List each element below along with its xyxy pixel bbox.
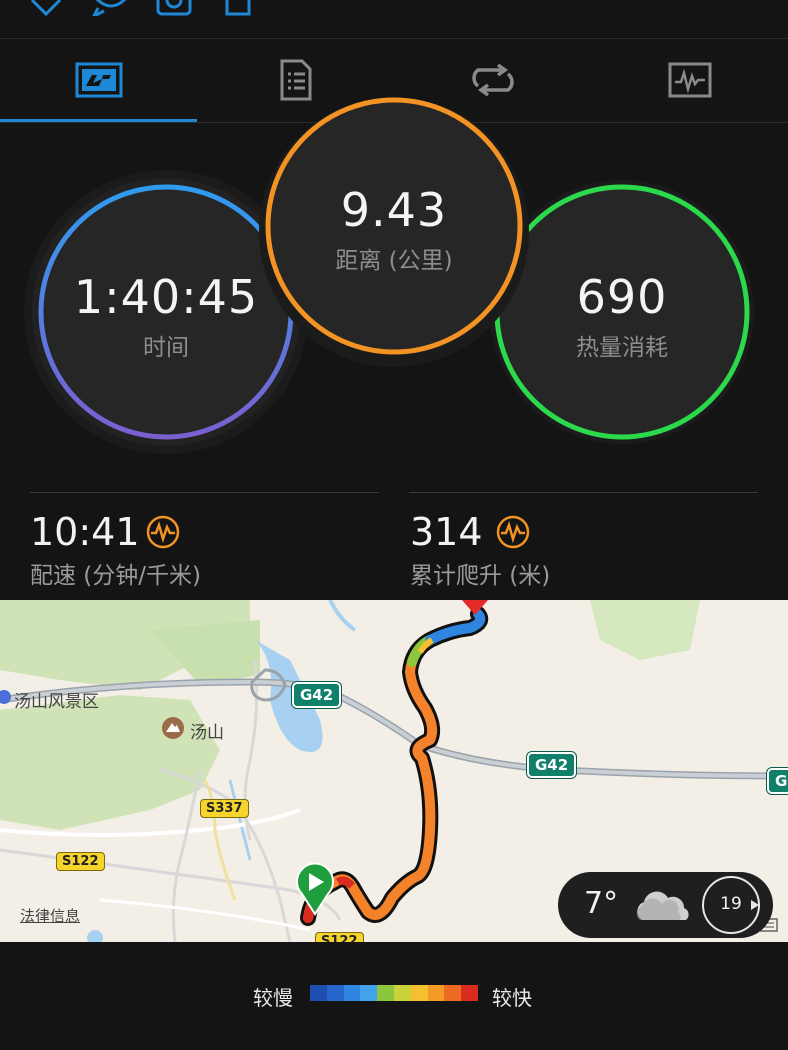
action-bar	[0, 0, 788, 39]
finish-marker-icon[interactable]	[460, 600, 490, 616]
place-scenic-area[interactable]: 汤山风景区	[14, 687, 99, 712]
scenic-pin-icon	[0, 690, 11, 704]
start-marker-icon[interactable]	[294, 860, 336, 916]
active-tab-indicator	[0, 119, 197, 122]
calories-value: 690	[576, 270, 668, 324]
legend-color-segment	[343, 985, 361, 1001]
tab-charts[interactable]	[591, 40, 788, 120]
legal-info-link[interactable]: 法律信息	[20, 905, 80, 926]
distance-value: 9.43	[340, 183, 448, 237]
legend-slow-label: 较慢	[253, 986, 293, 1010]
legend-color-segment	[326, 985, 344, 1001]
divider-left	[30, 492, 379, 493]
wind-speed: 19	[720, 894, 742, 914]
distance-ring: 9.43 距离 (公里)	[258, 96, 530, 368]
weather-temperature: 7°	[584, 886, 619, 921]
share-icon[interactable]	[224, 0, 252, 16]
legend-color-segment	[377, 985, 394, 1001]
divider-right	[409, 492, 758, 493]
legend-color-segment	[427, 985, 445, 1001]
road-shield-g42: G42	[292, 682, 342, 708]
legend-color-segment	[360, 985, 378, 1001]
road-shield-g42: G42	[527, 752, 577, 778]
repeat-icon	[471, 64, 514, 96]
tab-summary[interactable]	[0, 40, 197, 120]
road-shield-g42-partial: G	[767, 768, 788, 794]
mountain-icon	[162, 717, 184, 739]
legend-color-segment	[410, 985, 428, 1001]
time-value: 1:40:45	[73, 270, 259, 324]
legend-color-segment	[393, 985, 411, 1001]
climb-label: 累计爬升 (米)	[410, 563, 551, 589]
pace-insight-icon[interactable]	[146, 515, 180, 549]
time-label: 时间	[143, 335, 189, 361]
weather-widget[interactable]: 7° 19	[558, 872, 773, 938]
pace-value: 10:41	[30, 510, 140, 554]
legend-color-segment	[444, 985, 462, 1001]
calories-label: 热量消耗	[576, 335, 668, 361]
comment-icon[interactable]	[90, 0, 132, 16]
pace-label: 配速 (分钟/千米)	[30, 563, 202, 589]
climb-insight-icon[interactable]	[496, 515, 530, 549]
road-shield-s122: S122	[315, 932, 364, 942]
summary-icon	[75, 62, 122, 98]
place-mountain[interactable]: 汤山	[190, 718, 224, 743]
cloud-icon	[636, 891, 689, 920]
chart-icon	[668, 62, 711, 98]
legend-color-segment	[461, 985, 478, 1001]
legend-color-bar	[310, 985, 478, 1001]
like-icon[interactable]	[28, 0, 64, 16]
speed-legend: 较慢 较快	[0, 942, 788, 1050]
legend-fast-label: 较快	[492, 986, 532, 1010]
legend-color-segment	[310, 985, 327, 1001]
distance-label: 距离 (公里)	[335, 248, 453, 274]
road-shield-s337: S337	[200, 799, 249, 818]
camera-icon[interactable]	[155, 0, 193, 16]
road-shield-s122: S122	[56, 852, 105, 871]
climb-value: 314	[410, 510, 483, 554]
